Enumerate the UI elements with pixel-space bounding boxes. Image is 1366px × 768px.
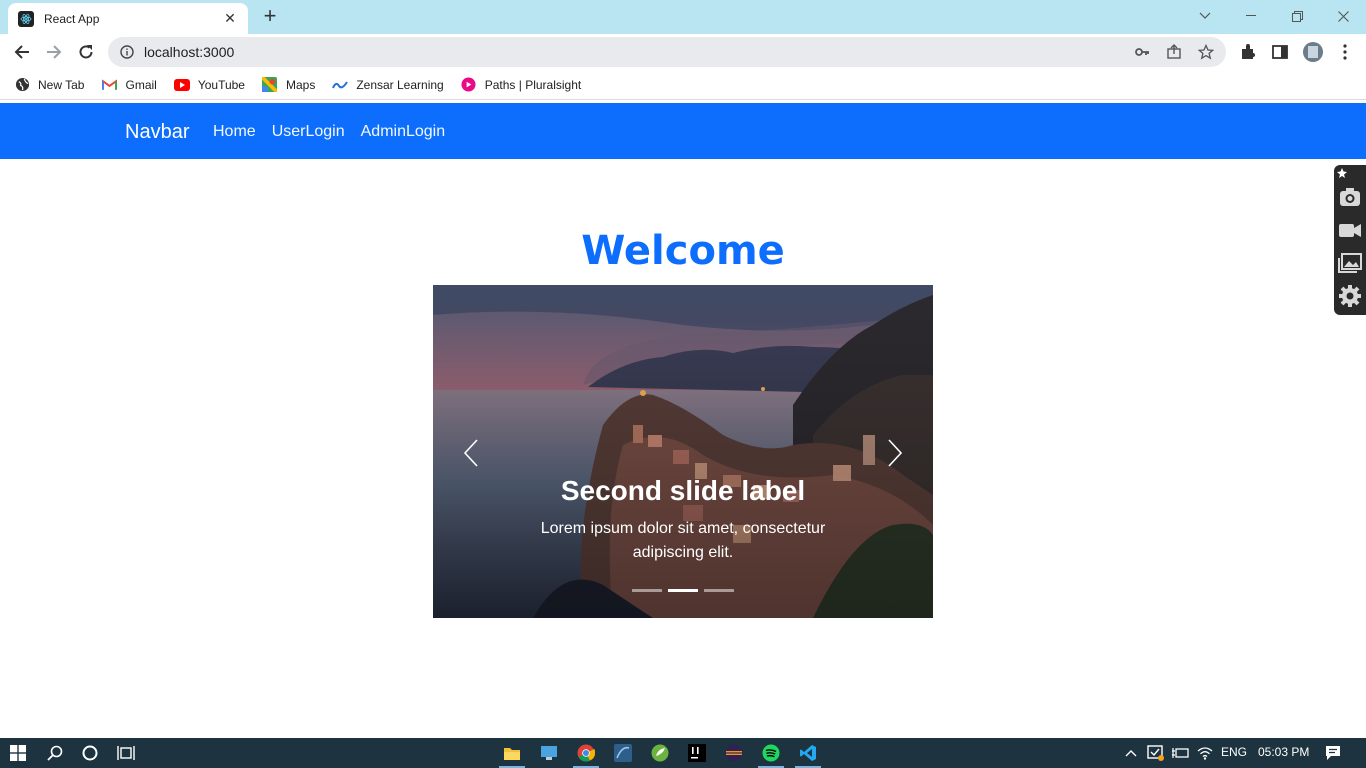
intellij-icon[interactable] [687, 743, 707, 763]
image-carousel: Second slide label Lorem ipsum dolor sit… [433, 285, 933, 618]
navbar-brand[interactable]: Navbar [125, 121, 189, 144]
back-icon[interactable] [10, 40, 34, 64]
settings-icon[interactable] [1338, 284, 1362, 308]
bookmark-label: New Tab [38, 77, 85, 92]
nav-link-userlogin[interactable]: UserLogin [272, 123, 345, 141]
chevron-left-icon [463, 439, 478, 467]
task-view-icon[interactable] [116, 743, 136, 763]
carousel-caption: Second slide label Lorem ipsum dolor sit… [433, 475, 933, 565]
vscode-icon[interactable] [798, 743, 818, 763]
chrome-icon[interactable] [576, 743, 596, 763]
reload-icon[interactable] [74, 40, 98, 64]
browser-tab[interactable]: React App ✕ [8, 3, 248, 34]
windows-taskbar: ENG 05:03 PM [0, 738, 1366, 768]
zensar-icon [332, 77, 349, 93]
forward-icon[interactable] [42, 40, 66, 64]
bookmark-gmail[interactable]: Gmail [101, 77, 157, 93]
react-icon [18, 10, 34, 27]
language-indicator[interactable]: ENG [1221, 745, 1247, 759]
chevron-up-icon[interactable] [1125, 749, 1137, 757]
bookmark-pluralsight[interactable]: Paths | Pluralsight [461, 77, 582, 93]
bookmark-label: YouTube [197, 77, 245, 92]
spotify-icon[interactable] [761, 743, 781, 763]
bookmark-zensar-learning[interactable]: Zensar Learning [332, 77, 444, 93]
gmail-icon [101, 77, 117, 93]
tab-search-icon[interactable] [1182, 0, 1228, 32]
caption-text: Lorem ipsum dolor sit amet, consectetur … [540, 520, 826, 561]
restore-button[interactable] [1274, 0, 1320, 32]
camera-icon[interactable] [1338, 185, 1362, 209]
nav-link-adminlogin[interactable]: AdminLogin [361, 123, 446, 141]
file-explorer-icon[interactable] [502, 743, 522, 763]
notifications-icon[interactable] [1325, 745, 1341, 761]
minimize-button[interactable] [1228, 0, 1274, 32]
battery-plugged-icon[interactable] [1172, 746, 1190, 760]
carousel-indicator-1[interactable] [632, 589, 662, 592]
bookmark-new-tab[interactable]: New Tab [14, 77, 84, 93]
carousel-indicator-3[interactable] [704, 589, 734, 592]
chevron-right-icon [888, 439, 903, 467]
side-panel-icon[interactable] [1271, 43, 1289, 61]
spring-tool-icon[interactable] [650, 743, 670, 763]
tab-title: React App [44, 11, 100, 26]
bookmark-label: Gmail [125, 77, 157, 92]
bookmark-label: Paths | Pluralsight [484, 77, 582, 92]
new-tab-button[interactable]: + [258, 5, 282, 29]
bookmark-youtube[interactable]: YouTube [173, 77, 245, 93]
search-icon[interactable] [45, 743, 65, 763]
globe-icon [14, 77, 30, 93]
remote-desktop-icon[interactable] [539, 743, 559, 763]
browser-toolbar: localhost:3000 [0, 34, 1366, 70]
menu-kebab-icon[interactable] [1336, 43, 1354, 61]
address-bar[interactable]: localhost:3000 [108, 37, 1226, 67]
page-title: Welcome [581, 228, 785, 274]
mysql-workbench-icon[interactable] [613, 743, 633, 763]
key-icon[interactable] [1134, 44, 1150, 60]
maps-icon [262, 77, 278, 93]
app-navbar: Navbar Home UserLogin AdminLogin [0, 103, 1366, 159]
site-info-icon[interactable] [120, 45, 134, 59]
windows-start-icon[interactable] [8, 743, 28, 763]
gallery-icon[interactable] [1338, 251, 1362, 275]
wifi-icon[interactable] [1197, 746, 1213, 760]
clock-time[interactable]: 05:03 PM [1258, 745, 1309, 759]
youtube-icon [173, 77, 190, 93]
url-text[interactable]: localhost:3000 [144, 44, 234, 60]
bookmarks-bar: New Tab Gmail YouTube Maps Zensar Learni… [0, 70, 1366, 100]
security-center-icon[interactable] [1147, 745, 1165, 761]
pin-icon[interactable] [1336, 167, 1348, 179]
cortana-icon[interactable] [80, 743, 100, 763]
carousel-prev-button[interactable] [451, 435, 491, 471]
carousel-slide-image [433, 285, 933, 618]
bookmark-label: Maps [285, 77, 316, 92]
carousel-next-button[interactable] [875, 435, 915, 471]
nav-link-home[interactable]: Home [213, 123, 256, 141]
close-window-button[interactable] [1320, 0, 1366, 32]
video-icon[interactable] [1338, 218, 1362, 242]
eclipse-icon[interactable] [724, 743, 744, 763]
bookmark-maps[interactable]: Maps [262, 77, 315, 93]
browser-tab-strip: React App ✕ + [0, 0, 1366, 34]
bookmark-star-icon[interactable] [1198, 44, 1214, 60]
carousel-indicator-2[interactable] [668, 589, 698, 592]
extensions-icon[interactable] [1239, 43, 1257, 61]
capture-sidebar [1334, 165, 1366, 315]
share-icon[interactable] [1166, 44, 1182, 60]
carousel-indicators [433, 589, 933, 592]
profile-avatar[interactable] [1303, 42, 1323, 62]
nav-links: Home UserLogin AdminLogin [213, 123, 461, 141]
bookmark-label: Zensar Learning [356, 77, 444, 92]
pluralsight-icon [461, 77, 477, 93]
caption-title: Second slide label [560, 475, 806, 506]
tab-close-icon[interactable]: ✕ [222, 10, 238, 27]
